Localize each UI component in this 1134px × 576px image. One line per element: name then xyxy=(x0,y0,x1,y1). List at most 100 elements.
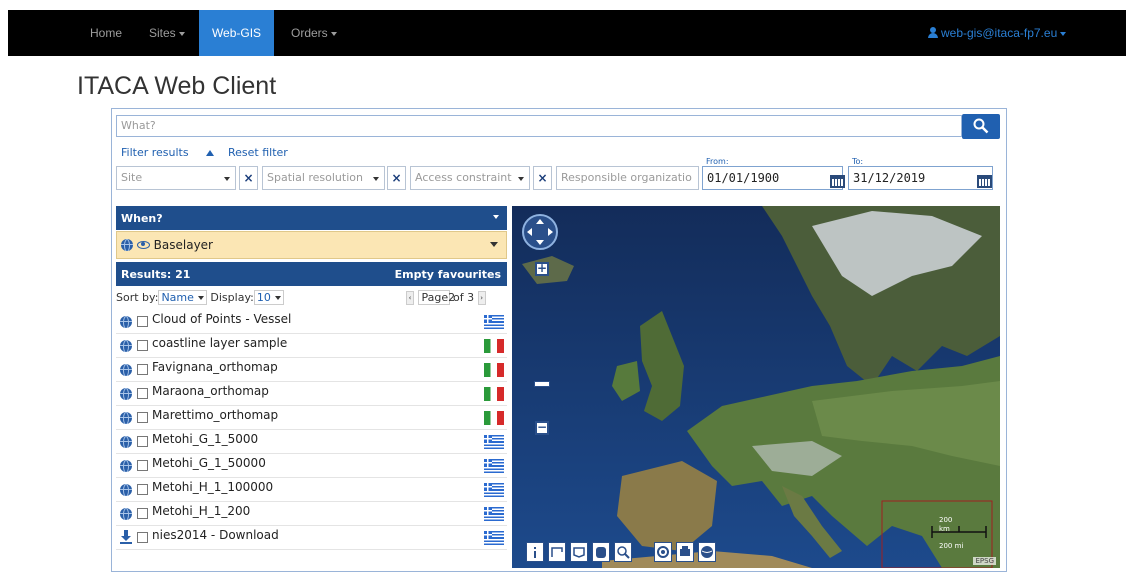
result-row[interactable]: Marettimo_orthomap xyxy=(116,406,507,430)
result-row[interactable]: Metohi_H_1_200 xyxy=(116,502,507,526)
globe-icon[interactable] xyxy=(120,388,132,400)
result-row[interactable]: Maraona_orthomap xyxy=(116,382,507,406)
collapse-icon[interactable] xyxy=(206,150,214,156)
search-icon xyxy=(973,118,989,134)
globe-icon[interactable] xyxy=(120,412,132,424)
chevron-down-icon xyxy=(178,31,185,36)
result-name[interactable]: Metohi_G_1_50000 xyxy=(152,456,266,470)
nav-web-gis[interactable]: Web-GIS xyxy=(199,10,274,56)
result-name[interactable]: Metohi_H_1_200 xyxy=(152,504,250,518)
globe-icon[interactable] xyxy=(120,508,132,520)
display-value: 10 xyxy=(256,291,271,304)
result-name[interactable]: Maraona_orthomap xyxy=(152,384,269,398)
spatial-resolution-select[interactable]: Spatial resolution xyxy=(262,166,385,190)
globe-icon[interactable] xyxy=(120,436,132,448)
pan-hand-button[interactable] xyxy=(592,542,610,562)
scale-unit-label: km xyxy=(939,525,950,533)
result-name[interactable]: Cloud of Points - Vessel xyxy=(152,312,291,326)
page-total: of 3 xyxy=(453,291,475,304)
page-input[interactable]: Page2 xyxy=(417,290,455,305)
chevron-down-icon xyxy=(1060,31,1067,36)
empty-favourites-button[interactable]: Empty favourites xyxy=(395,268,501,281)
result-checkbox[interactable] xyxy=(137,316,148,327)
when-dropdown[interactable]: When? xyxy=(116,206,507,230)
globe-view-button[interactable] xyxy=(698,542,716,562)
to-date-input[interactable]: 31/12/2019 xyxy=(848,166,993,190)
search-button[interactable] xyxy=(962,114,1000,139)
result-checkbox[interactable] xyxy=(137,460,148,471)
nav-home[interactable]: Home xyxy=(90,10,122,56)
nav-sites[interactable]: Sites xyxy=(149,10,185,56)
result-name[interactable]: Marettimo_orthomap xyxy=(152,408,278,422)
clear-access-constraint-button[interactable]: × xyxy=(533,166,552,190)
reset-filter-link[interactable]: Reset filter xyxy=(228,146,288,159)
download-icon[interactable] xyxy=(120,530,132,544)
satellite-map xyxy=(512,206,1000,568)
greece-flag-icon xyxy=(484,435,504,449)
eye-icon[interactable] xyxy=(136,241,150,249)
nav-orders[interactable]: Orders xyxy=(291,10,337,56)
nav-sites-label: Sites xyxy=(149,26,176,40)
site-select-label: Site xyxy=(121,171,143,184)
prev-page-button[interactable]: ‹ xyxy=(406,291,414,305)
next-page-button[interactable]: › xyxy=(477,291,486,305)
result-row[interactable]: Metohi_G_1_50000 xyxy=(116,454,507,478)
map-view[interactable]: + − 200 km 200 mi EPSG xyxy=(512,206,1000,568)
responsible-organization-input[interactable]: Responsible organizatio xyxy=(556,166,699,190)
result-checkbox[interactable] xyxy=(137,508,148,519)
zoom-out-button[interactable]: − xyxy=(535,421,549,435)
result-checkbox[interactable] xyxy=(137,340,148,351)
calendar-icon[interactable] xyxy=(977,175,992,188)
clear-spatial-resolution-button[interactable]: × xyxy=(387,166,406,190)
chevron-down-icon xyxy=(197,296,204,300)
sort-by-select[interactable]: Name xyxy=(158,290,207,305)
sort-by-label: Sort by: xyxy=(116,291,159,304)
filter-results-link[interactable]: Filter results xyxy=(121,146,189,159)
greece-flag-icon xyxy=(484,483,504,497)
result-checkbox[interactable] xyxy=(137,388,148,399)
result-name[interactable]: Favignana_orthomap xyxy=(152,360,278,374)
result-row[interactable]: Metohi_H_1_100000 xyxy=(116,478,507,502)
result-row[interactable]: nies2014 - Download xyxy=(116,526,507,550)
calendar-icon[interactable] xyxy=(830,175,845,188)
full-extent-icon xyxy=(657,546,669,558)
site-select[interactable]: Site xyxy=(116,166,236,190)
access-constraint-select[interactable]: Access constraint xyxy=(410,166,530,190)
globe-icon[interactable] xyxy=(120,460,132,472)
globe-icon[interactable] xyxy=(120,340,132,352)
info-tool-button[interactable] xyxy=(526,542,544,562)
result-checkbox[interactable] xyxy=(137,532,148,543)
baselayer-dropdown[interactable]: Baselayer xyxy=(116,231,507,259)
sort-by-value: Name xyxy=(161,291,194,304)
measure-area-button[interactable] xyxy=(570,542,588,562)
result-row[interactable]: Cloud of Points - Vessel xyxy=(116,310,507,334)
display-select[interactable]: 10 xyxy=(253,290,284,305)
result-name[interactable]: nies2014 - Download xyxy=(152,528,279,542)
zoom-box-button[interactable] xyxy=(614,542,632,562)
result-name[interactable]: coastline layer sample xyxy=(152,336,287,350)
result-checkbox[interactable] xyxy=(137,412,148,423)
globe-icon[interactable] xyxy=(120,484,132,496)
result-checkbox[interactable] xyxy=(137,484,148,495)
chevron-down-icon xyxy=(493,215,499,219)
result-checkbox[interactable] xyxy=(137,364,148,375)
result-row[interactable]: Favignana_orthomap xyxy=(116,358,507,382)
user-menu[interactable]: web-gis@itaca-fp7.eu xyxy=(928,10,1067,56)
clear-site-button[interactable]: × xyxy=(239,166,258,190)
search-input[interactable]: What? xyxy=(116,115,962,137)
pan-control[interactable] xyxy=(522,214,558,250)
globe-icon[interactable] xyxy=(120,364,132,376)
result-name[interactable]: Metohi_G_1_5000 xyxy=(152,432,258,446)
zoom-in-button[interactable]: + xyxy=(535,262,549,276)
measure-line-button[interactable] xyxy=(548,542,566,562)
zoom-slider-handle[interactable] xyxy=(534,381,550,387)
result-name[interactable]: Metohi_H_1_100000 xyxy=(152,480,273,494)
greece-flag-icon xyxy=(484,315,504,329)
full-extent-button[interactable] xyxy=(654,542,672,562)
from-date-input[interactable]: 01/01/1900 xyxy=(702,166,843,190)
print-button[interactable] xyxy=(676,542,694,562)
result-checkbox[interactable] xyxy=(137,436,148,447)
globe-icon[interactable] xyxy=(120,316,132,328)
result-row[interactable]: Metohi_G_1_5000 xyxy=(116,430,507,454)
result-row[interactable]: coastline layer sample xyxy=(116,334,507,358)
